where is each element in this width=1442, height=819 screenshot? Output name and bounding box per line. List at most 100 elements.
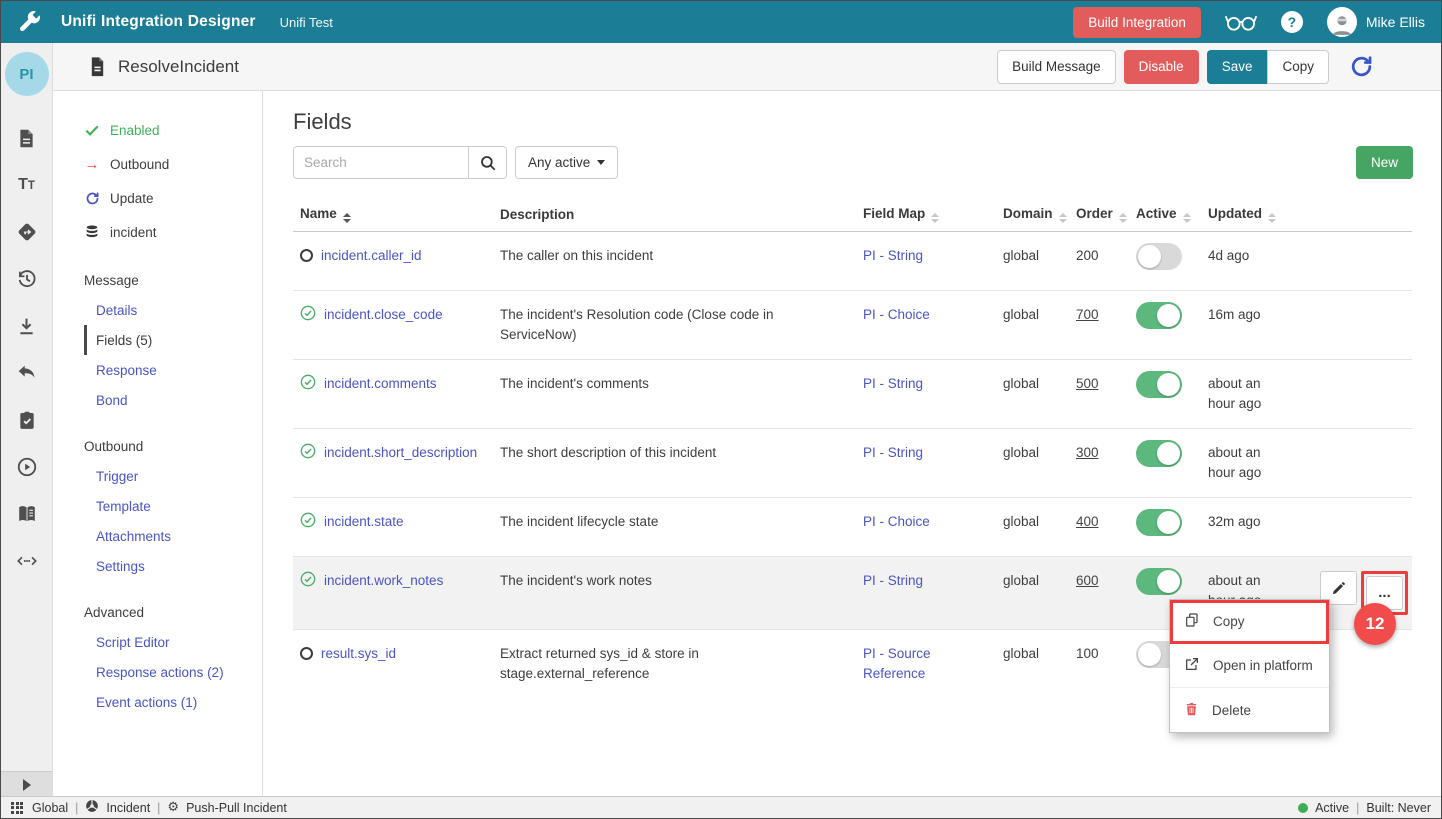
sidebar-item-enabled[interactable]: Enabled (84, 113, 262, 147)
documentation-book-icon[interactable] (16, 503, 38, 525)
sidebar-item-incident-table[interactable]: incident (84, 215, 262, 249)
sidebar-item-trigger[interactable]: Trigger (84, 461, 262, 491)
field-name-link[interactable]: incident.close_code (324, 307, 443, 322)
sidebar-item-template[interactable]: Template (84, 491, 262, 521)
sidebar-item-update[interactable]: Update (84, 181, 262, 215)
active-status-dot (1298, 803, 1308, 813)
field-domain: global (1003, 305, 1076, 325)
column-header-description[interactable]: Description (500, 207, 863, 222)
field-order-link[interactable]: 400 (1076, 514, 1099, 529)
sidebar-item-event-actions[interactable]: Event actions (1) (84, 687, 262, 717)
preview-glasses-icon[interactable] (1223, 11, 1259, 33)
code-icon[interactable] (16, 550, 38, 572)
active-filter-dropdown[interactable]: Any active (515, 146, 618, 179)
text-format-icon[interactable]: TT (16, 174, 38, 196)
context-menu-copy[interactable]: Copy (1170, 600, 1329, 644)
active-toggle-on[interactable] (1136, 302, 1182, 329)
field-map-link[interactable]: PI - String (863, 445, 923, 460)
undo-icon[interactable] (16, 362, 38, 384)
field-name-link[interactable]: incident.work_notes (324, 573, 443, 588)
field-order-link[interactable]: 300 (1076, 445, 1099, 460)
status-domain[interactable]: Global (32, 801, 68, 815)
sidebar-item-script-editor[interactable]: Script Editor (84, 627, 262, 657)
integration-avatar[interactable]: PI (5, 52, 49, 96)
database-icon (84, 224, 100, 240)
integration-wheel-icon (85, 799, 99, 816)
status-message[interactable]: Push-Pull Incident (186, 801, 287, 815)
help-icon[interactable]: ? (1281, 11, 1303, 33)
history-icon[interactable] (16, 268, 38, 290)
search-icon[interactable] (469, 146, 507, 179)
refresh-icon[interactable] (1349, 54, 1374, 79)
integration-title: ResolveIncident (118, 57, 239, 77)
field-name-link[interactable]: incident.short_description (324, 445, 477, 460)
column-header-name[interactable]: Name (293, 206, 500, 224)
sidebar-item-response-actions[interactable]: Response actions (2) (84, 657, 262, 687)
sidebar-item-fields[interactable]: Fields (5) (84, 325, 262, 355)
copy-button[interactable]: Copy (1267, 50, 1329, 84)
chevron-down-icon (597, 160, 605, 165)
field-description: Extract returned sys_id & store in stage… (500, 644, 863, 684)
sidebar-item-outbound-state[interactable]: → Outbound (84, 147, 262, 181)
column-header-field-map[interactable]: Field Map (863, 206, 1003, 224)
column-header-active[interactable]: Active (1136, 206, 1208, 224)
new-button[interactable]: New (1356, 146, 1413, 179)
field-map-link[interactable]: PI - String (863, 376, 923, 391)
table-row: incident.comments The incident's comment… (293, 360, 1412, 429)
field-map-link[interactable]: PI - String (863, 248, 923, 263)
expand-rail-button[interactable] (1, 771, 52, 798)
download-icon[interactable] (16, 315, 38, 337)
field-map-link[interactable]: PI - String (863, 573, 923, 588)
field-domain: global (1003, 571, 1076, 591)
disable-button[interactable]: Disable (1124, 50, 1199, 84)
menu-icon[interactable] (1396, 58, 1422, 76)
field-name-link[interactable]: incident.comments (324, 376, 437, 391)
build-integration-button[interactable]: Build Integration (1073, 7, 1201, 38)
active-toggle-on[interactable] (1136, 509, 1182, 536)
field-name-link[interactable]: incident.state (324, 514, 404, 529)
sidebar-item-attachments[interactable]: Attachments (84, 521, 262, 551)
active-toggle-off[interactable] (1136, 243, 1182, 270)
field-name-link[interactable]: result.sys_id (321, 646, 396, 661)
active-toggle-on[interactable] (1136, 568, 1182, 595)
active-toggle-on[interactable] (1136, 371, 1182, 398)
column-header-order[interactable]: Order (1076, 206, 1136, 224)
field-order-link[interactable]: 500 (1076, 376, 1099, 391)
context-menu-open-in-platform[interactable]: Open in platform (1170, 644, 1329, 688)
field-status-empty-icon (300, 647, 313, 660)
field-map-link[interactable]: PI - Choice (863, 307, 930, 322)
sidebar-item-settings[interactable]: Settings (84, 551, 262, 581)
context-menu-delete[interactable]: Delete (1170, 688, 1329, 732)
build-message-button[interactable]: Build Message (997, 50, 1116, 84)
field-name-link[interactable]: incident.caller_id (321, 248, 422, 263)
directions-icon[interactable] (16, 221, 38, 243)
field-map-link[interactable]: PI - Source Reference (863, 646, 931, 681)
field-description: The caller on this incident (500, 246, 863, 266)
tasks-icon[interactable] (16, 409, 38, 431)
field-order-link[interactable]: 600 (1076, 573, 1099, 588)
field-order-link[interactable]: 700 (1076, 307, 1099, 322)
sidebar-item-response[interactable]: Response (84, 355, 262, 385)
user-name[interactable]: Mike Ellis (1366, 14, 1425, 30)
apps-grid-icon[interactable] (11, 802, 23, 814)
column-header-domain[interactable]: Domain (1003, 206, 1076, 224)
user-avatar[interactable] (1327, 7, 1357, 37)
search-input[interactable] (293, 146, 469, 179)
sort-icon (343, 213, 351, 224)
check-icon (84, 122, 100, 138)
sidebar-item-bond[interactable]: Bond (84, 385, 262, 415)
trash-icon (1184, 701, 1199, 720)
status-integration[interactable]: Incident (106, 801, 150, 815)
play-circle-icon[interactable] (16, 456, 38, 478)
column-header-updated[interactable]: Updated (1208, 206, 1303, 224)
field-map-link[interactable]: PI - Choice (863, 514, 930, 529)
section-header-advanced: Advanced (84, 597, 262, 627)
sidebar-item-details[interactable]: Details (84, 295, 262, 325)
wrench-icon[interactable] (17, 10, 41, 34)
section-header-message: Message (84, 265, 262, 295)
field-status-check-icon (300, 512, 316, 528)
save-button[interactable]: Save (1207, 50, 1268, 84)
active-toggle-on[interactable] (1136, 440, 1182, 467)
document-rail-icon[interactable] (16, 127, 38, 149)
sort-icon (931, 213, 939, 224)
